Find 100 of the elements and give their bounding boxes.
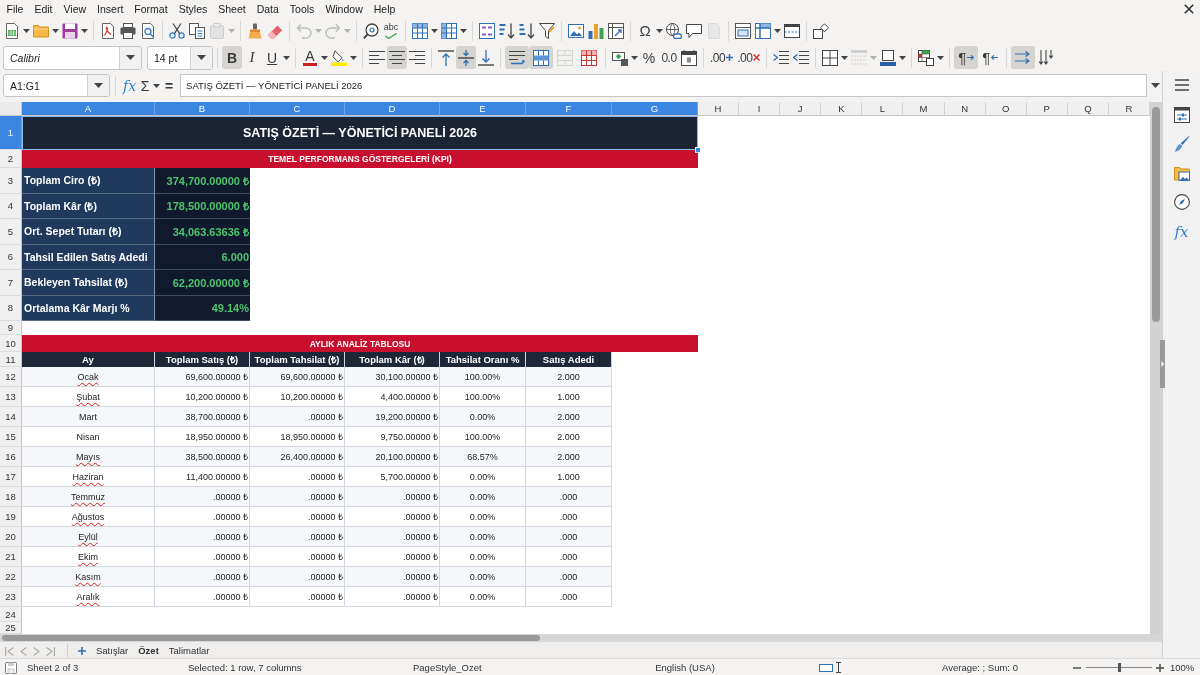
sum-button[interactable]: Σ <box>138 74 153 97</box>
paintbrush-icon[interactable] <box>1173 136 1190 152</box>
caret-icon[interactable] <box>841 55 849 60</box>
caret-icon[interactable] <box>23 28 30 33</box>
text-cursor-icon[interactable] <box>836 662 841 673</box>
caret-icon[interactable] <box>321 55 328 60</box>
menu-item[interactable]: Format <box>128 0 174 17</box>
functions-button[interactable]: fx <box>1174 223 1189 240</box>
row-header[interactable]: 8 <box>0 295 22 321</box>
align-middle-button[interactable] <box>456 46 476 69</box>
row-header[interactable]: 13 <box>0 387 22 407</box>
menu-icon[interactable] <box>1174 79 1189 91</box>
row-header[interactable]: 15 <box>0 427 22 447</box>
image-folder-icon[interactable] <box>1173 165 1190 181</box>
spelling-button[interactable]: abc <box>381 19 401 42</box>
caret-icon[interactable] <box>937 55 945 60</box>
menu-item[interactable]: View <box>58 0 92 17</box>
row-header[interactable]: 12 <box>0 367 22 387</box>
column-header[interactable]: D <box>345 102 440 116</box>
caret-icon[interactable] <box>94 83 103 88</box>
row-header[interactable]: 10 <box>0 335 22 352</box>
formula-input[interactable]: SATIŞ ÖZETİ — YÖNETİCİ PANELİ 2026 <box>180 74 1147 97</box>
column-header[interactable]: K <box>821 102 863 116</box>
close-icon[interactable] <box>1184 3 1194 14</box>
sheet-tab[interactable]: Satışlar <box>91 642 134 660</box>
menu-item[interactable]: Insert <box>91 0 129 17</box>
row-header[interactable]: 6 <box>0 244 22 270</box>
zoom-out-icon[interactable] <box>1073 666 1081 669</box>
sliders-panel-icon[interactable] <box>1173 107 1190 123</box>
column-header[interactable]: I <box>739 102 781 116</box>
caret-icon[interactable] <box>350 55 357 60</box>
column-header[interactable]: J <box>780 102 822 116</box>
caret-icon[interactable] <box>460 28 467 33</box>
row-header[interactable]: 3 <box>0 168 22 194</box>
column-header[interactable]: H <box>698 102 740 116</box>
column-header[interactable]: N <box>944 102 986 116</box>
dropdown-button[interactable] <box>119 46 141 69</box>
delete-decimal-button[interactable]: .00 <box>735 46 763 69</box>
horizontal-scrollbar[interactable] <box>0 634 1162 642</box>
bold-button[interactable]: B <box>222 46 242 69</box>
row-header[interactable]: 1 <box>0 116 22 150</box>
row-header[interactable]: 9 <box>0 321 22 335</box>
zoom-in-icon[interactable] <box>1156 663 1164 672</box>
row-header[interactable]: 5 <box>0 219 22 245</box>
font-name-field[interactable]: Calibri <box>3 45 142 70</box>
column-header[interactable]: C <box>250 102 345 116</box>
wrap-text-button[interactable] <box>505 46 529 69</box>
rectangle-icon[interactable] <box>819 663 833 672</box>
row-header[interactable]: 21 <box>0 547 22 567</box>
menu-item[interactable]: Help <box>368 0 401 17</box>
row-header[interactable]: 23 <box>0 587 22 607</box>
caret-icon[interactable] <box>631 55 638 60</box>
caret-icon[interactable] <box>126 55 135 60</box>
column-header[interactable]: O <box>985 102 1027 116</box>
merge-center-button[interactable] <box>529 46 553 69</box>
column-header[interactable]: P <box>1026 102 1068 116</box>
row-header[interactable]: 14 <box>0 407 22 427</box>
expand-caret-icon[interactable] <box>1151 83 1160 88</box>
fill-handle[interactable] <box>695 147 701 153</box>
special-character-button[interactable]: Ω <box>635 19 655 42</box>
plus-icon[interactable] <box>78 647 86 655</box>
row-header[interactable]: 19 <box>0 507 22 527</box>
row-header[interactable]: 18 <box>0 487 22 507</box>
align-center-button[interactable] <box>387 46 407 69</box>
function-wizard-button[interactable]: fx <box>121 74 139 97</box>
caret-icon[interactable] <box>431 28 438 33</box>
zoom-percentage[interactable]: 100% <box>1170 662 1195 673</box>
dropdown-button[interactable] <box>87 75 109 96</box>
menu-item[interactable]: File <box>1 0 29 17</box>
column-header[interactable]: Q <box>1067 102 1109 116</box>
collapse-handle[interactable] <box>1160 340 1165 388</box>
row-header[interactable]: 7 <box>0 270 22 296</box>
compass-icon[interactable] <box>1173 194 1190 210</box>
caret-icon[interactable] <box>656 28 663 33</box>
sheet-tab[interactable]: Talimatlar <box>163 642 215 660</box>
percent-format-button[interactable]: % <box>639 46 659 69</box>
italic-button[interactable]: I <box>242 46 262 69</box>
dropdown-button[interactable] <box>190 46 212 69</box>
column-header[interactable]: L <box>862 102 904 116</box>
scrollbar-thumb[interactable] <box>1152 107 1160 322</box>
font-size-field[interactable]: 14 pt <box>147 45 213 70</box>
row-header[interactable]: 25 <box>0 622 22 634</box>
row-header[interactable]: 2 <box>0 150 22 168</box>
formula-button[interactable]: = <box>161 74 178 97</box>
name-box[interactable]: A1:G1 <box>3 74 110 97</box>
caret-icon[interactable] <box>899 55 907 60</box>
column-header[interactable]: B <box>155 102 250 116</box>
caret-icon[interactable] <box>81 28 88 33</box>
caret-icon[interactable] <box>153 83 161 88</box>
menu-item[interactable]: Edit <box>28 0 58 17</box>
font-color-button[interactable]: A <box>300 46 320 69</box>
row-header[interactable]: 16 <box>0 447 22 467</box>
menu-item[interactable]: Styles <box>173 0 213 17</box>
caret-icon[interactable] <box>52 28 59 33</box>
menu-item[interactable]: Data <box>251 0 285 17</box>
horizontal-text-button[interactable] <box>1011 46 1036 69</box>
row-header[interactable]: 22 <box>0 567 22 587</box>
column-header[interactable]: A <box>22 102 155 116</box>
language-label[interactable]: English (USA) <box>655 662 715 673</box>
row-header[interactable]: 11 <box>0 352 22 367</box>
